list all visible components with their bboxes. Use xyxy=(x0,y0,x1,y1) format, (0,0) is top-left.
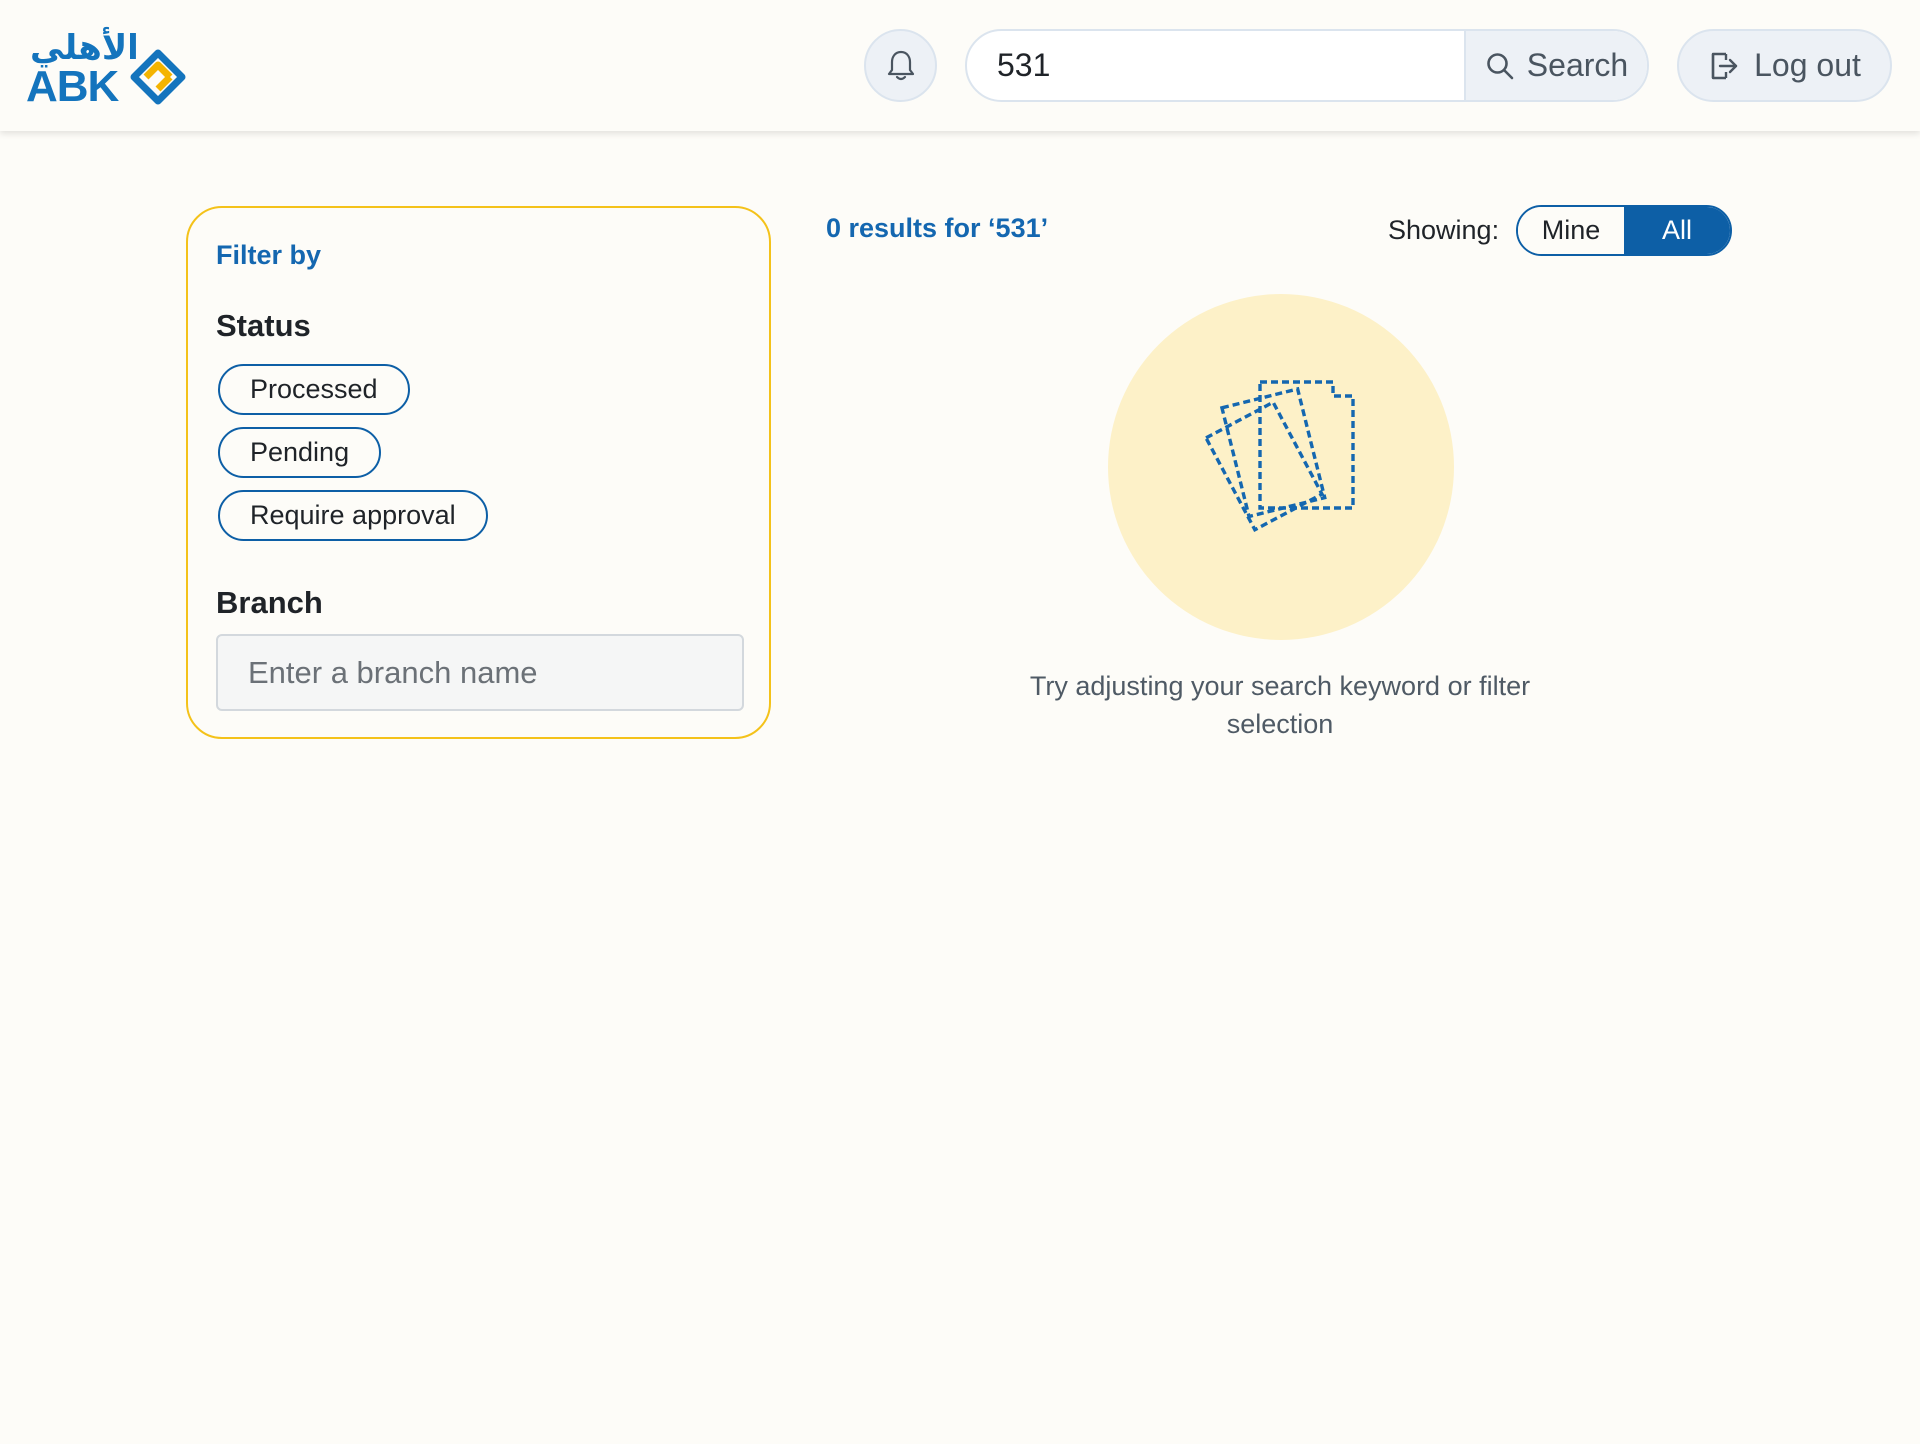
logout-button[interactable]: Log out xyxy=(1677,29,1892,102)
toggle-all[interactable]: All xyxy=(1624,207,1730,254)
logo-mark-icon xyxy=(130,49,186,105)
search-icon xyxy=(1486,52,1514,79)
empty-state-illustration xyxy=(1108,294,1454,640)
search-bar: Search xyxy=(965,29,1649,102)
abk-logo[interactable]: الأهلي ABK xyxy=(26,28,186,111)
status-heading: Status xyxy=(216,308,311,343)
results-count: 0 results for ‘531’ xyxy=(826,213,1049,243)
empty-state-message: Try adjusting your search keyword or fil… xyxy=(1029,671,1531,739)
status-chip-processed[interactable]: Processed xyxy=(218,364,410,415)
logo-text: ABK xyxy=(26,62,119,111)
branch-input[interactable] xyxy=(216,634,744,711)
empty-documents-icon xyxy=(1203,380,1355,533)
toggle-mine[interactable]: Mine xyxy=(1518,207,1624,254)
search-button[interactable]: Search xyxy=(1464,31,1647,100)
status-chip-pending[interactable]: Pending xyxy=(218,427,382,478)
search-button-label: Search xyxy=(1526,47,1629,83)
search-input[interactable] xyxy=(967,31,1464,100)
top-header: الأهلي ABK Search xyxy=(0,0,1920,131)
logout-icon xyxy=(1711,52,1738,79)
status-chip-require-approval[interactable]: Require approval xyxy=(218,490,488,541)
notifications-button[interactable] xyxy=(864,29,937,102)
branch-heading: Branch xyxy=(216,585,323,620)
filter-panel: Filter by Status Processed Pending Requi… xyxy=(186,206,771,739)
logout-label: Log out xyxy=(1754,47,1861,83)
bell-icon xyxy=(887,50,914,80)
showing-label: Showing: xyxy=(1388,215,1500,245)
filter-title: Filter by xyxy=(216,240,322,270)
showing-toggle: Mine All xyxy=(1516,205,1732,256)
